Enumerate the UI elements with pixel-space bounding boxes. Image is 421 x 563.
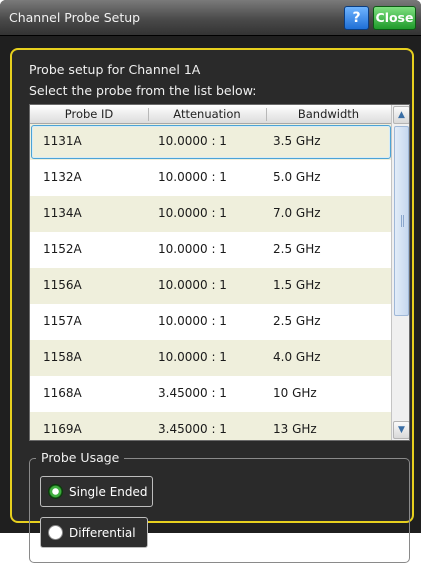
bandwidth-cell: 5.0 GHz bbox=[273, 170, 321, 184]
instruction-text: Select the probe from the list below: bbox=[29, 83, 257, 98]
table-row[interactable]: 1157A 10.0000 : 1 2.5 GHz bbox=[30, 304, 391, 340]
probe-id-cell: 1169A bbox=[43, 422, 82, 436]
column-header-bandwidth[interactable]: Bandwidth bbox=[266, 107, 391, 121]
title-bar: Channel Probe Setup ? Close bbox=[0, 0, 421, 36]
bandwidth-cell: 13 GHz bbox=[273, 422, 317, 436]
probe-setup-panel: Probe setup for Channel 1A Select the pr… bbox=[10, 48, 414, 563]
window-title: Channel Probe Setup bbox=[9, 10, 141, 25]
column-header-attenuation[interactable]: Attenuation bbox=[148, 107, 266, 121]
probe-id-cell: 1168A bbox=[43, 386, 82, 400]
bandwidth-cell: 2.5 GHz bbox=[273, 242, 321, 256]
table-row[interactable]: 1169A 3.45000 : 1 13 GHz bbox=[30, 412, 391, 440]
probe-id-cell: 1131A bbox=[43, 134, 82, 148]
table-row[interactable]: 1156A 10.0000 : 1 1.5 GHz bbox=[30, 268, 391, 304]
attenuation-cell: 10.0000 : 1 bbox=[158, 314, 227, 328]
table-row[interactable]: 1152A 10.0000 : 1 2.5 GHz bbox=[30, 232, 391, 268]
close-button[interactable]: Close bbox=[373, 6, 416, 30]
bandwidth-cell: 7.0 GHz bbox=[273, 206, 321, 220]
table-row[interactable]: 1168A 3.45000 : 1 10 GHz bbox=[30, 376, 391, 412]
table-row[interactable]: 1134A 10.0000 : 1 7.0 GHz bbox=[30, 196, 391, 232]
bandwidth-cell: 4.0 GHz bbox=[273, 350, 321, 364]
probe-id-cell: 1152A bbox=[43, 242, 82, 256]
table-row[interactable]: 1158A 10.0000 : 1 4.0 GHz bbox=[30, 340, 391, 376]
attenuation-cell: 10.0000 : 1 bbox=[158, 134, 227, 148]
probe-table: Probe ID Attenuation Bandwidth 1131A 10.0… bbox=[29, 104, 410, 441]
attenuation-cell: 10.0000 : 1 bbox=[158, 170, 227, 184]
probe-usage-group: Probe Usage Single Ended Differential bbox=[29, 450, 410, 563]
probe-id-cell: 1134A bbox=[43, 206, 82, 220]
help-button[interactable]: ? bbox=[344, 6, 369, 30]
attenuation-cell: 3.45000 : 1 bbox=[158, 422, 227, 436]
table-row[interactable]: 1131A 10.0000 : 1 3.5 GHz bbox=[30, 124, 391, 160]
probe-setup-dialog: Channel Probe Setup ? Close Probe setup … bbox=[0, 0, 421, 563]
probe-id-cell: 1157A bbox=[43, 314, 82, 328]
bandwidth-cell: 3.5 GHz bbox=[273, 134, 321, 148]
bandwidth-cell: 10 GHz bbox=[273, 386, 317, 400]
attenuation-cell: 3.45000 : 1 bbox=[158, 386, 227, 400]
scrollbar-grip bbox=[401, 215, 404, 227]
attenuation-cell: 10.0000 : 1 bbox=[158, 242, 227, 256]
chevron-down-icon[interactable]: ▼ bbox=[393, 421, 409, 439]
table-body: 1131A 10.0000 : 1 3.5 GHz 1132A 10.0000 : 1 5… bbox=[30, 124, 391, 440]
column-header-probe-id[interactable]: Probe ID bbox=[30, 107, 148, 121]
table-scrollbar[interactable]: ▲ ▼ bbox=[391, 105, 409, 440]
probe-id-cell: 1158A bbox=[43, 350, 82, 364]
differential-label: Differential bbox=[69, 526, 136, 540]
bandwidth-cell: 2.5 GHz bbox=[273, 314, 321, 328]
channel-heading: Probe setup for Channel 1A bbox=[29, 62, 201, 77]
probe-id-cell: 1132A bbox=[43, 170, 82, 184]
attenuation-cell: 10.0000 : 1 bbox=[158, 206, 227, 220]
table-row[interactable]: 1132A 10.0000 : 1 5.0 GHz bbox=[30, 160, 391, 196]
single-ended-radio[interactable]: Single Ended bbox=[40, 476, 153, 507]
chevron-up-icon[interactable]: ▲ bbox=[393, 106, 409, 124]
probe-usage-label: Probe Usage bbox=[36, 450, 125, 465]
attenuation-cell: 10.0000 : 1 bbox=[158, 350, 227, 364]
probe-id-cell: 1156A bbox=[43, 278, 82, 292]
single-ended-label: Single Ended bbox=[69, 485, 148, 499]
bandwidth-cell: 1.5 GHz bbox=[273, 278, 321, 292]
attenuation-cell: 10.0000 : 1 bbox=[158, 278, 227, 292]
scrollbar-thumb[interactable] bbox=[394, 126, 409, 316]
radio-selected-icon bbox=[48, 484, 63, 499]
table-header: Probe ID Attenuation Bandwidth bbox=[30, 105, 391, 124]
